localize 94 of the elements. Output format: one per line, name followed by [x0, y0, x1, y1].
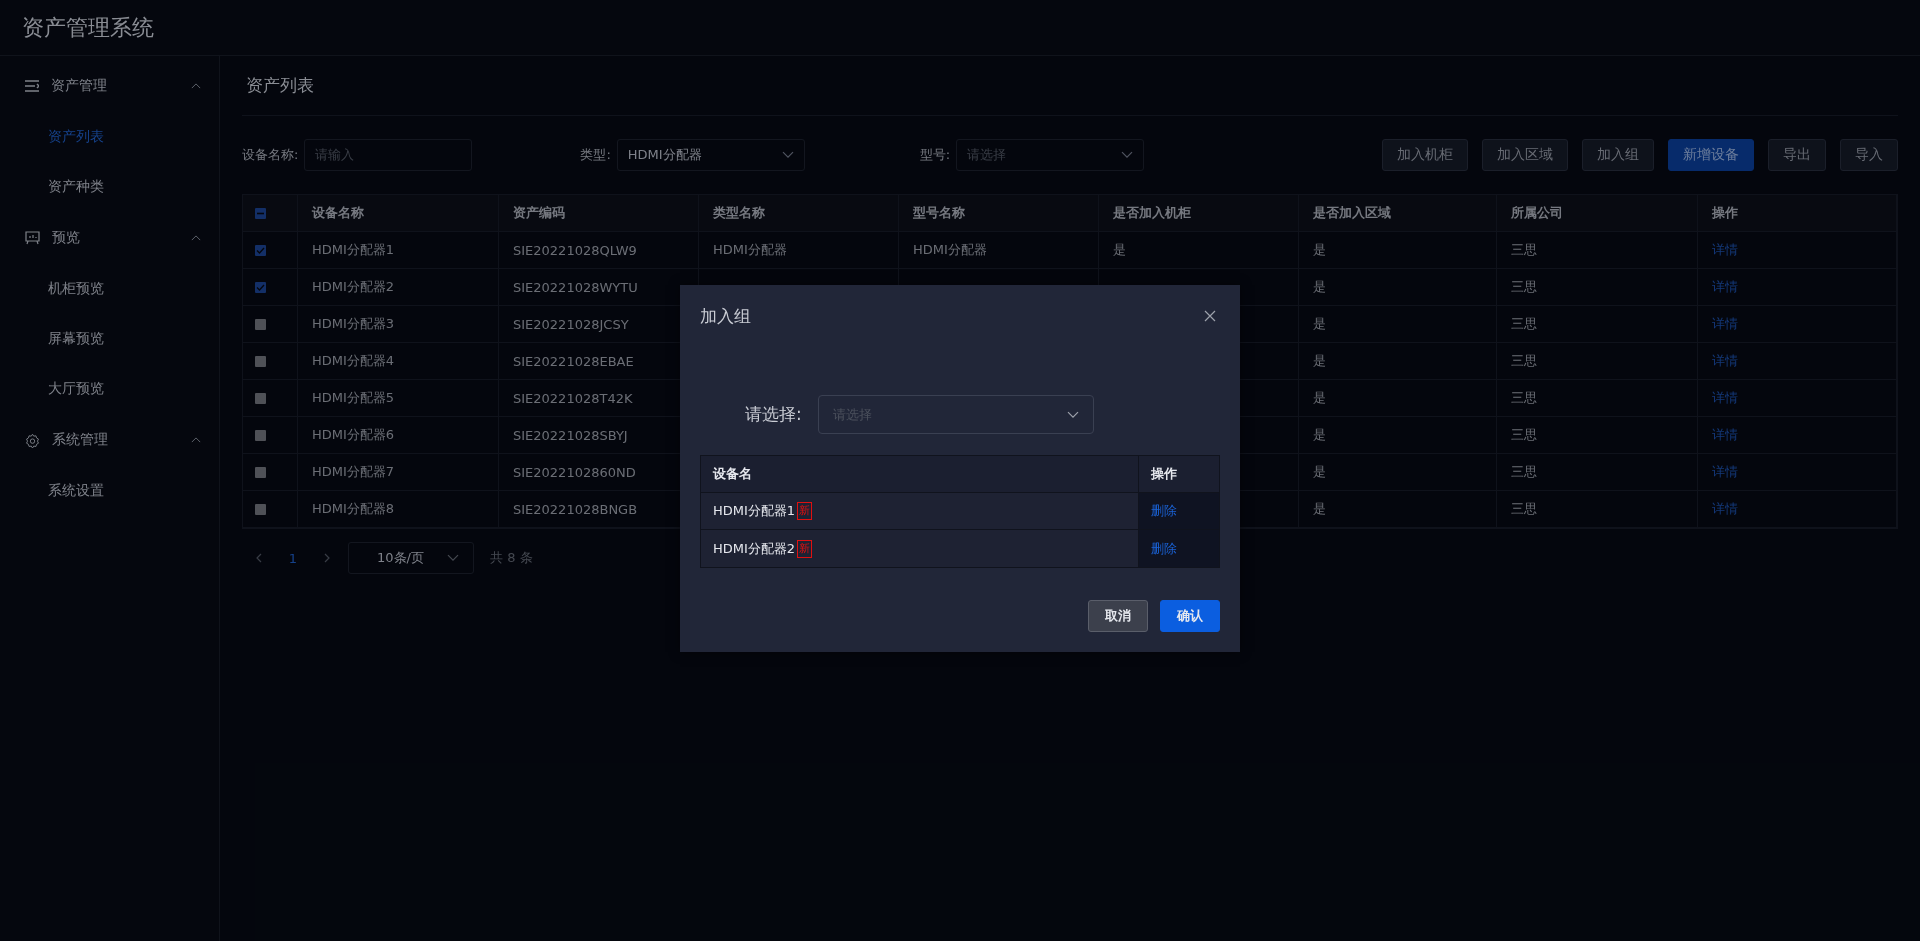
page-number[interactable]: 1 — [276, 550, 310, 566]
table-cell: HDMI分配器 — [699, 232, 899, 268]
table-cell: HDMI分配器2 — [713, 539, 796, 558]
filter-label: 型号: — [919, 146, 951, 164]
chevron-down-icon — [447, 554, 459, 562]
row-checkbox[interactable] — [255, 244, 266, 256]
table-cell: HDMI分配器 — [899, 232, 1099, 268]
menu-item[interactable]: 屏幕预览 — [0, 314, 219, 364]
table-cell: HDMI分配器2 — [298, 269, 499, 305]
column-header: 型号名称 — [899, 195, 1099, 231]
list-icon — [25, 80, 39, 92]
new-badge: 新 — [797, 502, 813, 520]
menu-item[interactable]: 大厅预览 — [0, 364, 219, 414]
row-checkbox[interactable] — [255, 281, 266, 293]
table-cell: HDMI分配器5 — [298, 380, 499, 416]
column-header: 是否加入机柜 — [1099, 195, 1299, 231]
menu-item[interactable]: 资产列表 — [0, 112, 219, 162]
table-cell: 是 — [1299, 306, 1497, 342]
table-cell: HDMI分配器1 — [713, 502, 796, 520]
table-cell: 是 — [1299, 491, 1497, 527]
filter-label: 设备名称: — [242, 146, 299, 164]
column-header: 是否加入区域 — [1299, 195, 1497, 231]
menu-group-label: 资产管理 — [51, 77, 108, 95]
toolbar-button[interactable]: 加入组 — [1582, 139, 1654, 171]
caret-icon — [191, 437, 201, 443]
row-checkbox[interactable] — [255, 503, 266, 515]
new-badge: 新 — [797, 539, 813, 558]
table-cell: 三思 — [1497, 306, 1698, 342]
table-cell: 三思 — [1497, 380, 1698, 416]
row-checkbox[interactable] — [255, 392, 266, 404]
confirm-button[interactable]: 确认 — [1160, 600, 1220, 632]
table-cell: 三思 — [1497, 269, 1698, 305]
table-cell: 是 — [1099, 232, 1299, 268]
menu-item[interactable]: 资产种类 — [0, 162, 219, 212]
column-header: 资产编码 — [499, 195, 699, 231]
column-header: 设备名称 — [298, 195, 499, 231]
toolbar-button[interactable]: 导出 — [1768, 139, 1826, 171]
row-checkbox[interactable] — [255, 466, 266, 478]
toolbar-button[interactable]: 加入区域 — [1482, 139, 1568, 171]
row-checkbox[interactable] — [255, 355, 266, 367]
table-cell: HDMI分配器7 — [298, 454, 499, 490]
row-checkbox[interactable] — [255, 429, 266, 441]
chevron-down-icon — [1066, 410, 1079, 419]
table-cell: 三思 — [1497, 343, 1698, 379]
column-header: 所属公司 — [1497, 195, 1698, 231]
table-cell: 是 — [1299, 343, 1497, 379]
settings-icon — [25, 432, 40, 448]
table-cell: SIE20221028QLW9 — [499, 232, 699, 268]
app-title: 资产管理系统 — [22, 13, 154, 42]
column-header: 操作 — [1150, 465, 1178, 483]
total-count: 共 8 条 — [490, 549, 533, 567]
presentation-board-icon — [25, 231, 40, 245]
chevron-down-icon — [1121, 151, 1134, 159]
menu-group[interactable]: 资产管理 — [0, 60, 219, 112]
chevron-down-icon — [781, 151, 794, 159]
table-cell: HDMI分配器1 — [298, 232, 499, 268]
menu-group[interactable]: 系统管理 — [0, 414, 219, 466]
cancel-button[interactable]: 取消 — [1088, 600, 1148, 632]
table-cell: 是 — [1299, 232, 1497, 268]
column-header: 类型名称 — [699, 195, 899, 231]
table-cell: 是 — [1299, 380, 1497, 416]
toolbar-button[interactable]: 加入机柜 — [1382, 139, 1468, 171]
page-title: 资产列表 — [242, 56, 1898, 116]
delete-link[interactable]: 删除 — [1151, 502, 1177, 520]
menu-item[interactable]: 系统设置 — [0, 466, 219, 516]
column-header: 操作 — [1698, 195, 1897, 231]
select-all-checkbox[interactable] — [255, 207, 266, 219]
select-label: 请选择: — [745, 403, 802, 426]
dialog-title: 加入组 — [700, 304, 751, 328]
table-cell: 三思 — [1497, 232, 1698, 268]
table-cell: HDMI分配器8 — [298, 491, 499, 527]
delete-link[interactable]: 删除 — [1151, 539, 1177, 558]
table-cell: 三思 — [1497, 491, 1698, 527]
page-size-select[interactable]: 10条/页 — [348, 542, 474, 574]
table-cell: HDMI分配器6 — [298, 417, 499, 453]
column-header: 设备名 — [701, 456, 1139, 492]
table-cell: HDMI分配器3 — [298, 306, 499, 342]
table-cell: 三思 — [1497, 417, 1698, 453]
caret-icon — [191, 83, 201, 89]
table-cell: 是 — [1299, 454, 1497, 490]
menu-group-label: 预览 — [52, 229, 81, 247]
menu-item[interactable]: 机柜预览 — [0, 264, 219, 314]
select-field[interactable]: HDMI分配器 — [616, 139, 805, 171]
filter-label: 类型: — [580, 146, 611, 164]
caret-icon — [191, 235, 201, 241]
table-cell: 三思 — [1497, 454, 1698, 490]
menu-group-label: 系统管理 — [52, 431, 109, 449]
table-cell: HDMI分配器4 — [298, 343, 499, 379]
toolbar-button[interactable]: 新增设备 — [1668, 139, 1754, 171]
table-cell: 是 — [1299, 269, 1497, 305]
table-cell: 是 — [1299, 417, 1497, 453]
row-checkbox[interactable] — [255, 318, 266, 330]
toolbar-button[interactable]: 导入 — [1840, 139, 1898, 171]
menu-group[interactable]: 预览 — [0, 212, 219, 264]
